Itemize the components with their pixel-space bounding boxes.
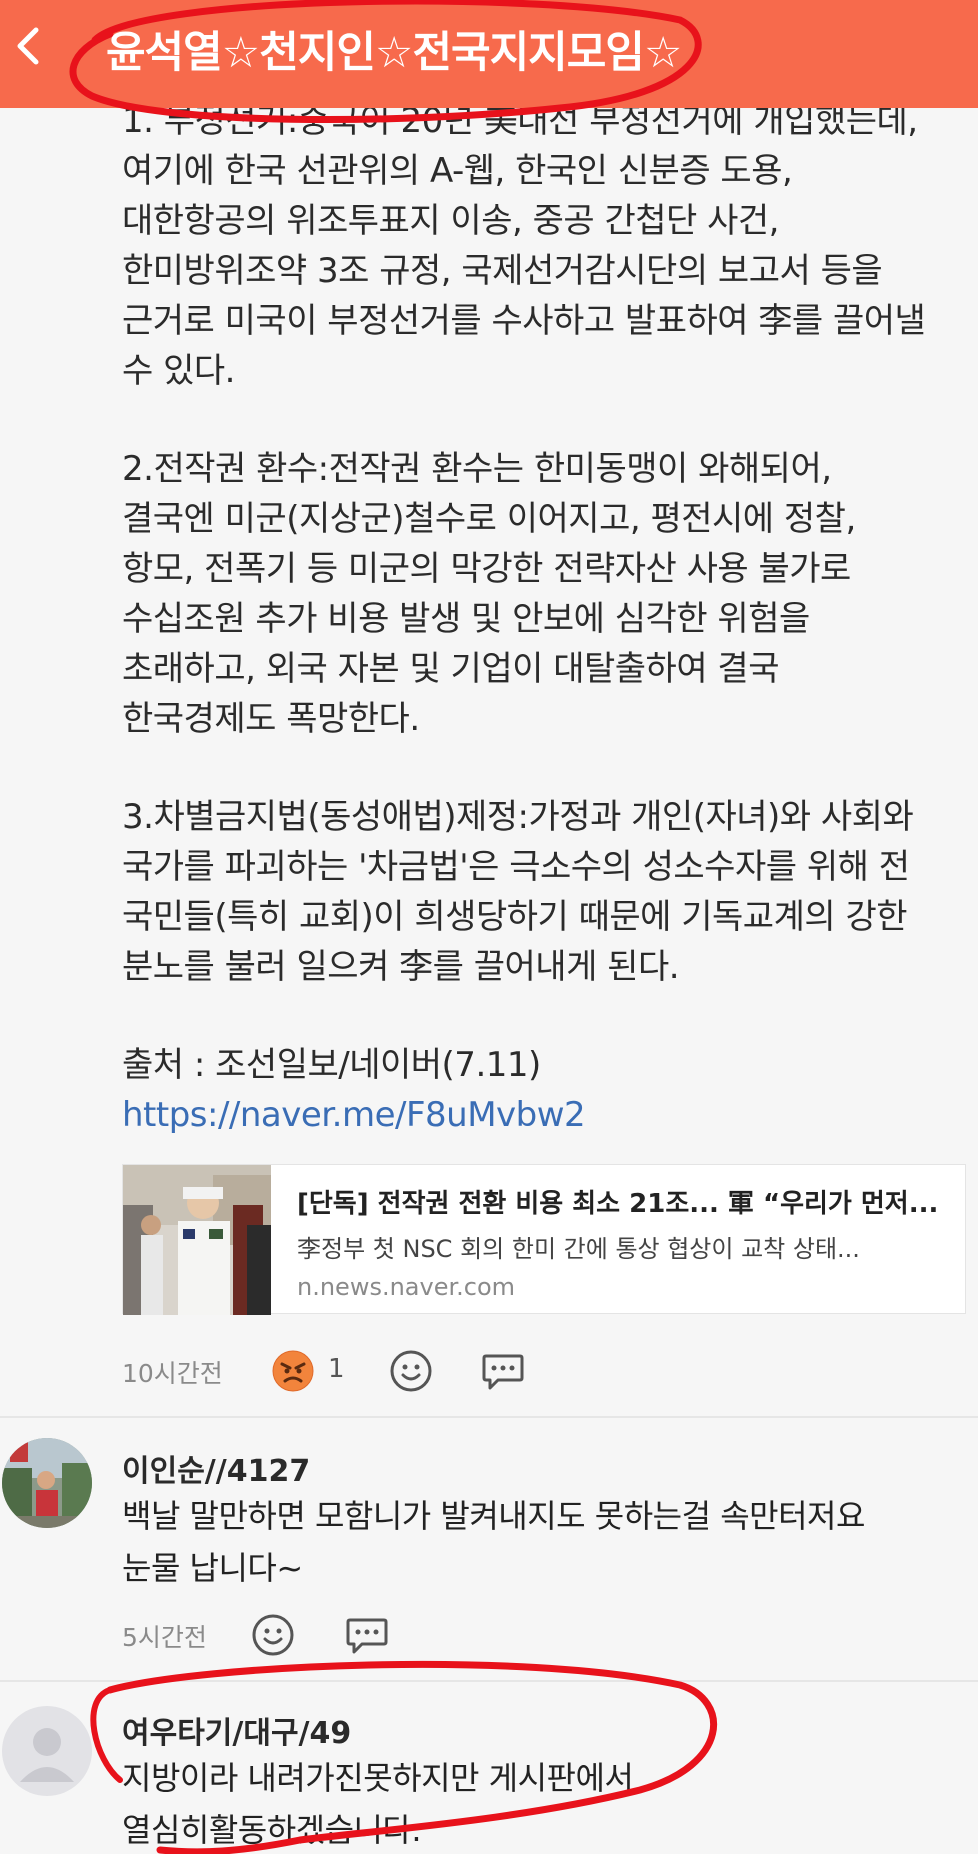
post-body: 1. 부정선거:중국이 20년 美대선 부정선거에 개입했는데, 여기에 한국 …	[122, 96, 972, 1140]
comment-text: 지방이라 내려가진못하지만 게시판에서 열심히활동하겠습니다.	[122, 1759, 634, 1849]
divider	[0, 1416, 978, 1418]
link-card-domain: n.news.naver.com	[297, 1273, 516, 1301]
page-title: 윤석열☆천지인☆전국지지모임☆	[106, 28, 682, 78]
post-paragraph-3: 3.차별금지법(동성애법)제정:가정과 개인(자녀)와 사회와 국가를 파괴하는…	[122, 797, 914, 987]
divider	[0, 1680, 978, 1682]
post-time: 10시간전	[122, 1359, 223, 1388]
post-paragraph-1: 1. 부정선거:중국이 20년 美대선 부정선거에 개입했는데, 여기에 한국 …	[122, 101, 926, 391]
link-preview-card[interactable]: [단독] 전작권 전환 비용 최소 21조... 軍 “우리가 먼저... 李정…	[122, 1164, 966, 1315]
annotation-stroke	[90, 1687, 123, 1783]
comment-button[interactable]	[344, 1612, 390, 1658]
angry-face-icon	[272, 1350, 314, 1392]
link-thumbnail	[123, 1165, 271, 1315]
source-link[interactable]: https://naver.me/F8uMvbw2	[122, 1090, 972, 1140]
back-button[interactable]	[4, 16, 56, 76]
comment-author[interactable]: 여우타기/대구/49	[122, 1708, 351, 1752]
smile-icon	[390, 1350, 432, 1392]
post-paragraph-2: 2.전작권 환수:전작권 환수는 한미동맹이 와해되어, 결국엔 미군(지상군)…	[122, 449, 856, 739]
like-button[interactable]	[250, 1612, 296, 1658]
comment-meta-row: 5시간전	[122, 1608, 972, 1658]
avatar[interactable]	[2, 1706, 92, 1796]
smile-icon	[252, 1614, 294, 1656]
comment-author[interactable]: 이인순//4127	[122, 1446, 310, 1490]
comment-text: 백날 말만하면 모함니가 발켜내지도 못하는걸 속만터저요 눈물 납니다~	[122, 1497, 865, 1587]
reaction-count: 1	[328, 1354, 345, 1384]
avatar[interactable]	[2, 1438, 92, 1528]
chevron-left-icon	[17, 27, 39, 65]
like-button[interactable]	[388, 1348, 434, 1394]
source-label: 출처 : 조선일보/네이버(7.11)	[122, 1045, 541, 1085]
reaction-button[interactable]	[270, 1348, 316, 1394]
top-app-bar: 윤석열☆천지인☆전국지지모임☆	[0, 0, 978, 108]
comment-time: 5시간전	[122, 1623, 207, 1652]
link-card-title: [단독] 전작권 전환 비용 최소 21조... 軍 “우리가 먼저...	[297, 1189, 939, 1219]
post-meta-row: 10시간전 1	[122, 1344, 972, 1394]
link-card-description: 李정부 첫 NSC 회의 한미 간에 통상 협상이 교착 상태...	[297, 1235, 860, 1263]
speech-bubble-icon	[346, 1618, 388, 1654]
comment-button[interactable]	[480, 1348, 526, 1394]
default-avatar-icon	[2, 1706, 92, 1796]
speech-bubble-icon	[482, 1354, 524, 1390]
